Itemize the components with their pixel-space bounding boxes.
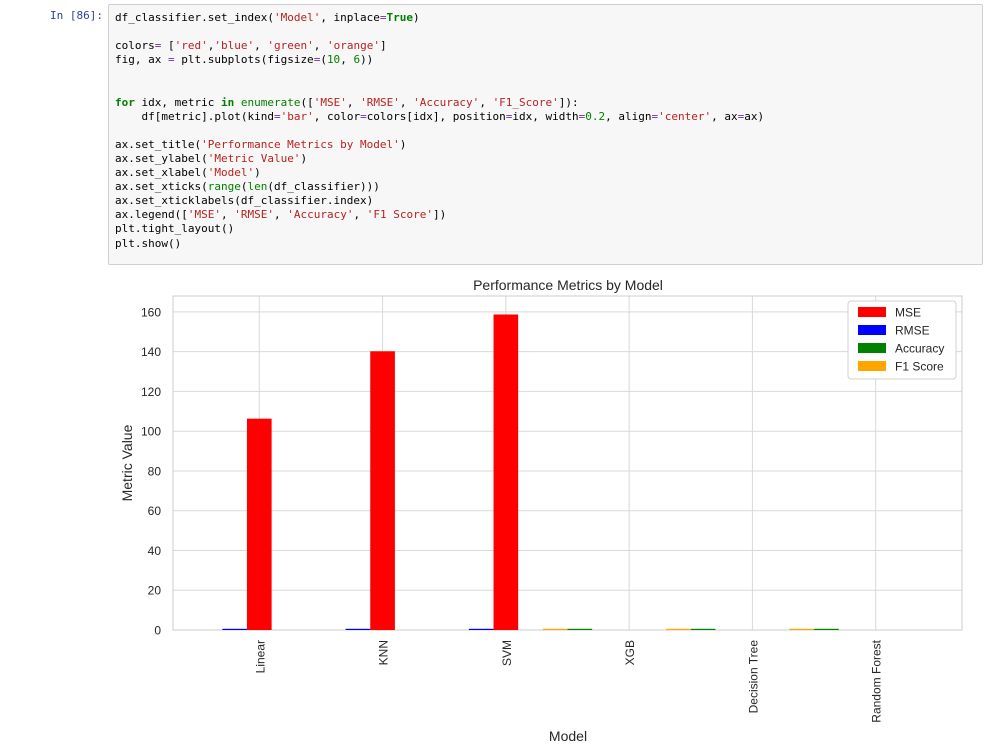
plot-frame bbox=[172, 295, 963, 631]
code-line: df[metric].plot(kind='bar', color=colors… bbox=[115, 109, 765, 123]
cell-prompt: In [86]: bbox=[50, 9, 103, 22]
x-tick-label: Random Forest bbox=[870, 639, 884, 722]
y-axis-label: Metric Value bbox=[119, 424, 135, 501]
bar-f1-score bbox=[666, 628, 691, 630]
legend-swatch bbox=[858, 361, 886, 371]
code-line: ax.legend(['MSE', 'RMSE', 'Accuracy', 'F… bbox=[115, 208, 447, 222]
bar-f1-score bbox=[542, 628, 568, 630]
legend-label: RMSE bbox=[895, 324, 930, 338]
x-tick-label: KNN bbox=[377, 640, 391, 665]
legend-swatch bbox=[858, 343, 886, 353]
bar-rmse bbox=[345, 628, 371, 630]
code-editor[interactable]: df_classifier.set_index('Model', inplace… bbox=[109, 5, 982, 251]
code-line: ax.set_title('Performance Metrics by Mod… bbox=[115, 137, 407, 151]
code-cell[interactable]: df_classifier.set_index('Model', inplace… bbox=[108, 4, 983, 265]
x-tick-label: Decision Tree bbox=[746, 640, 760, 714]
x-axis-label: Model bbox=[549, 728, 587, 744]
code-line: df_classifier.set_index('Model', inplace… bbox=[115, 11, 420, 24]
code-line: colors= ['red','blue', 'green', 'orange'… bbox=[115, 39, 387, 53]
code-line: for idx, metric in enumerate(['MSE', 'RM… bbox=[115, 95, 579, 109]
bar-chart: Performance Metrics by Model 0 20 40 60 80 10… bbox=[119, 277, 963, 744]
bars bbox=[222, 314, 839, 630]
bar-rmse bbox=[468, 628, 494, 630]
code-line: ax.set_ylabel('Metric Value') bbox=[115, 151, 308, 165]
bar-mse bbox=[246, 418, 272, 630]
legend: MSE RMSE Accuracy F1 Score bbox=[847, 300, 957, 380]
legend-swatch bbox=[858, 307, 886, 317]
bar-accuracy bbox=[814, 628, 839, 630]
bar-mse bbox=[370, 351, 395, 630]
y-tick-label: 140 bbox=[141, 345, 161, 359]
x-tick-label: Linear bbox=[253, 640, 267, 673]
code-line: ax.set_xticklabels(df_classifier.index) bbox=[115, 194, 374, 208]
bar-accuracy bbox=[567, 628, 593, 630]
code-line: plt.show() bbox=[115, 236, 182, 250]
y-tick-label: 20 bbox=[148, 584, 162, 598]
y-tick-label: 60 bbox=[148, 504, 162, 518]
y-tick-label: 80 bbox=[148, 464, 162, 478]
grid-lines bbox=[173, 296, 962, 631]
bar-mse bbox=[493, 314, 519, 630]
y-tick-label: 100 bbox=[141, 425, 161, 439]
y-tick-label: 120 bbox=[141, 385, 161, 399]
code-line: ax.set_xlabel('Model') bbox=[115, 166, 261, 180]
y-tick-label: 160 bbox=[141, 305, 161, 319]
code-line: ax.set_xticks(range(len(df_classifier))) bbox=[115, 180, 380, 194]
legend-label: F1 Score bbox=[895, 360, 944, 374]
x-tick-label: SVM bbox=[500, 640, 514, 666]
legend-label: Accuracy bbox=[895, 342, 944, 356]
y-tick-label: 40 bbox=[148, 544, 162, 558]
code-line: plt.tight_layout() bbox=[115, 222, 235, 236]
legend-swatch bbox=[858, 325, 886, 335]
code-line: fig, ax = plt.subplots(figsize=(10, 6)) bbox=[115, 53, 374, 67]
y-tick-label: 0 bbox=[154, 624, 161, 638]
bar-f1-score bbox=[789, 628, 815, 630]
chart-title: Performance Metrics by Model bbox=[473, 277, 663, 293]
x-tick-labels: Linear KNN SVM XGB Decision Tree Random Fores… bbox=[253, 639, 883, 722]
legend-label: MSE bbox=[895, 306, 921, 320]
y-tick-labels: 0 20 40 60 80 100 120 140 160 bbox=[141, 305, 161, 637]
bar-accuracy bbox=[690, 628, 716, 630]
x-tick-label: XGB bbox=[623, 640, 637, 665]
bar-rmse bbox=[222, 628, 247, 630]
